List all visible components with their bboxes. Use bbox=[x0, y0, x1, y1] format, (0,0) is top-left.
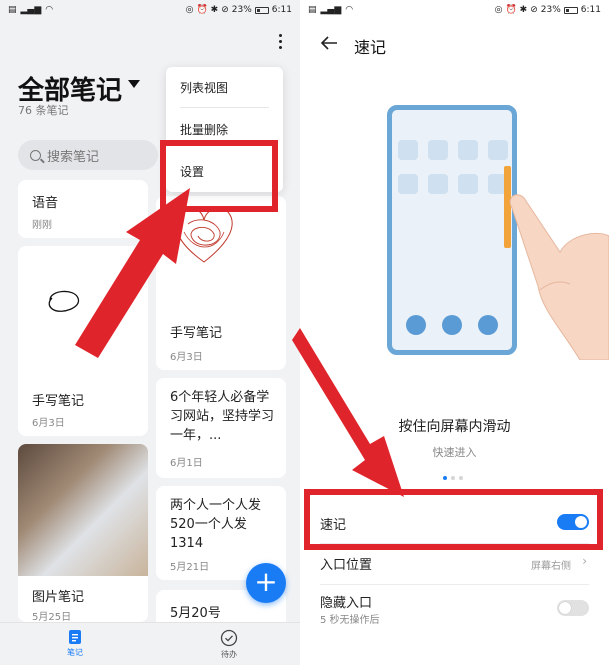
note-title: 手写笔记 bbox=[32, 394, 85, 409]
tip-subtitle: 快速进入 bbox=[432, 446, 477, 459]
battery-icon bbox=[563, 6, 578, 14]
note-title: 5月20号 bbox=[170, 606, 221, 621]
alarm-icon: ⏰ bbox=[505, 5, 517, 15]
status-left: ▤ ▂▄▆ ◠ bbox=[308, 5, 353, 15]
nav-label: 笔记 bbox=[67, 648, 83, 657]
setting-row-entry-position[interactable]: 入口位置 屏幕右侧 › bbox=[320, 548, 589, 584]
note-date: 6月3日 bbox=[32, 418, 65, 429]
note-date: 5月21日 bbox=[170, 562, 210, 573]
sim-icon: ▤ bbox=[8, 5, 17, 15]
clock: 6:11 bbox=[271, 5, 292, 15]
handwriting-sketch bbox=[48, 290, 80, 312]
phone-illustration bbox=[387, 105, 517, 355]
back-arrow-icon[interactable] bbox=[320, 35, 338, 51]
nav-tab-notes[interactable]: 笔记 bbox=[45, 629, 105, 658]
setting-value: 屏幕右侧 bbox=[531, 561, 571, 572]
note-title: 图片笔记 bbox=[32, 590, 85, 605]
setting-label: 入口位置 bbox=[320, 558, 373, 573]
nfc-icon: ◎ bbox=[494, 5, 503, 15]
menu-divider bbox=[180, 107, 269, 108]
bluetooth-icon: ✱ bbox=[210, 5, 219, 15]
wifi-icon: ◠ bbox=[45, 5, 54, 15]
nav-tab-todo[interactable]: 待办 bbox=[199, 629, 259, 660]
highlight-box-quick-note bbox=[304, 489, 603, 550]
note-date: 5月25日 bbox=[32, 612, 72, 622]
menu-item-batch-delete[interactable]: 批量删除 bbox=[180, 121, 228, 138]
note-title: 6个年轻人必备学习网站，坚持学习一年，... bbox=[170, 390, 275, 443]
bottom-nav: 笔记 待办 bbox=[0, 622, 300, 665]
battery-percent: 23% bbox=[231, 5, 252, 15]
battery-icon bbox=[254, 6, 269, 14]
nav-label: 待办 bbox=[221, 650, 237, 659]
note-icon bbox=[69, 630, 81, 644]
note-title: 语音 bbox=[32, 196, 59, 211]
status-bar: ▤ ▂▄▆ ◠ ◎ ⏰ ✱ ⊘ 23% 6:11 bbox=[0, 0, 300, 20]
page-title: 速记 bbox=[354, 38, 387, 57]
signal-icon: ▂▄▆ bbox=[320, 5, 342, 15]
status-right: ◎ ⏰ ✱ ⊘ 23% 6:11 bbox=[495, 5, 601, 15]
note-card-handwriting[interactable]: 手写笔记 6月3日 bbox=[18, 246, 148, 436]
chevron-right-icon: › bbox=[582, 554, 587, 568]
note-card-handwriting-heart[interactable]: 手写笔记 6月3日 bbox=[156, 196, 286, 370]
status-bar: ▤ ▂▄▆ ◠ ◎ ⏰ ✱ ⊘ 23% 6:11 bbox=[300, 0, 609, 20]
hand-illustration bbox=[509, 194, 609, 360]
add-note-button[interactable]: + bbox=[246, 563, 286, 603]
note-date: 刚刚 bbox=[32, 220, 52, 231]
alarm-icon: ⏰ bbox=[196, 5, 208, 15]
wifi-icon: ◠ bbox=[345, 5, 354, 15]
more-options-icon[interactable] bbox=[276, 34, 284, 54]
note-title: 手写笔记 bbox=[170, 326, 223, 341]
page-indicator bbox=[443, 476, 463, 480]
note-card-image[interactable]: 图片笔记 5月25日 bbox=[18, 444, 148, 622]
note-count: 76 条笔记 bbox=[18, 104, 69, 117]
signal-icon: ▂▄▆ bbox=[20, 5, 42, 15]
menu-item-list-view[interactable]: 列表视图 bbox=[180, 79, 228, 96]
setting-sublabel: 5 秒无操作后 bbox=[320, 615, 380, 626]
sim-icon: ▤ bbox=[308, 5, 317, 15]
bluetooth-icon: ✱ bbox=[519, 5, 528, 15]
search-input[interactable]: 搜索笔记 bbox=[18, 140, 158, 170]
mute-icon: ⊘ bbox=[530, 5, 538, 15]
quick-note-settings-screen: ▤ ▂▄▆ ◠ ◎ ⏰ ✱ ⊘ 23% 6:11 速记 按住向屏幕内滑动 快速进… bbox=[300, 0, 609, 665]
setting-label: 隐藏入口 bbox=[320, 596, 373, 611]
nfc-icon: ◎ bbox=[185, 5, 194, 15]
row-divider bbox=[320, 584, 589, 585]
search-placeholder: 搜索笔记 bbox=[47, 149, 100, 165]
battery-percent: 23% bbox=[540, 5, 561, 15]
notes-list-screen: ▤ ▂▄▆ ◠ ◎ ⏰ ✱ ⊘ 23% 6:11 全部笔记 76 条笔记 搜索笔… bbox=[0, 0, 300, 665]
note-card-text[interactable]: 6个年轻人必备学习网站，坚持学习一年，... 6月1日 bbox=[156, 378, 286, 478]
clock: 6:11 bbox=[580, 5, 601, 15]
note-image-thumbnail bbox=[18, 444, 148, 576]
note-date: 6月3日 bbox=[170, 352, 203, 363]
setting-row-hide-entry[interactable]: 隐藏入口 5 秒无操作后 bbox=[320, 590, 589, 630]
highlight-box-settings bbox=[160, 140, 278, 212]
status-left: ▤ ▂▄▆ ◠ bbox=[8, 5, 53, 15]
search-icon bbox=[30, 149, 41, 161]
note-date: 6月1日 bbox=[170, 458, 203, 469]
note-title: 两个人一个人发520一个人发1314 bbox=[170, 498, 262, 551]
todo-check-icon bbox=[220, 629, 238, 647]
status-right: ◎ ⏰ ✱ ⊘ 23% 6:11 bbox=[186, 5, 292, 15]
hide-entry-toggle[interactable] bbox=[557, 600, 589, 616]
caret-down-icon[interactable] bbox=[128, 80, 140, 88]
note-card-voice[interactable]: 语音 刚刚 bbox=[18, 180, 148, 238]
mute-icon: ⊘ bbox=[221, 5, 229, 15]
tip-title: 按住向屏幕内滑动 bbox=[398, 419, 511, 435]
